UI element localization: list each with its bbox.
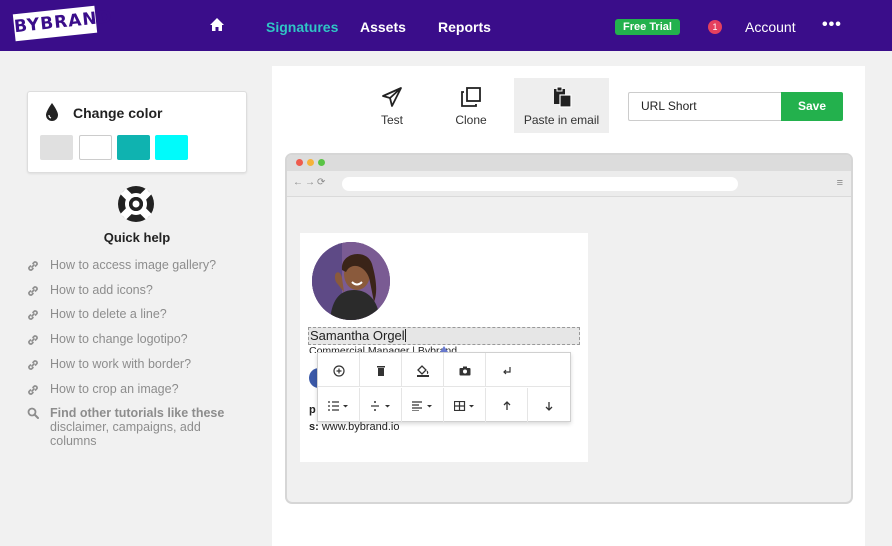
link-icon [28,360,38,370]
address-field [342,177,738,191]
nav-reports[interactable]: Reports [438,19,491,35]
nav-signatures[interactable]: Signatures [266,19,338,35]
inline-edit-toolbar [317,352,571,422]
divide-dropdown-icon [370,400,390,411]
return-icon [503,366,511,375]
account-menu[interactable]: Account [745,19,796,35]
arrow-up-icon [503,400,510,410]
color-swatch-teal[interactable] [117,135,150,160]
clipboard-icon [553,86,572,108]
link-icon [28,310,38,320]
align-dropdown-icon [411,401,432,412]
find-tutorials-rest: disclaimer, campaigns, add columns [50,420,201,448]
clone-button[interactable]: Clone [431,78,511,133]
color-swatch-white[interactable] [79,135,112,160]
color-swatch-gray[interactable] [40,135,73,160]
browser-nav-icons: ←→⟳ [293,177,328,188]
clone-icon [461,87,481,107]
arrow-down-icon [545,401,553,411]
line-break-button[interactable] [486,353,528,387]
move-down-button[interactable] [528,388,570,422]
nav-assets[interactable]: Assets [360,19,406,35]
menu-icon: ≡ [836,177,843,189]
save-button[interactable]: Save [781,92,843,121]
find-tutorials-bold: Find other tutorials like these [50,406,225,420]
camera-icon [459,366,470,376]
list-dropdown-icon [327,401,348,411]
search-icon [27,407,39,419]
bybrand-logo[interactable]: BYBRAND [12,5,114,42]
droplet-icon [46,103,58,121]
text-caret [404,329,406,342]
minimize-dot [307,159,314,166]
home-icon[interactable] [209,17,225,33]
edit-toolbar-row-2 [318,388,570,422]
fill-color-button[interactable] [402,353,444,387]
link-icon [28,261,38,271]
window-addressbar: ←→⟳ ≡ [287,171,851,197]
more-menu-icon[interactable]: ••• [822,16,842,34]
change-color-card: Change color [27,91,247,173]
trash-icon [376,366,385,377]
link-icon [28,385,38,395]
maximize-dot [318,159,325,166]
url-short-input[interactable]: URL Short [628,92,782,121]
link-icon [28,335,38,345]
free-trial-badge[interactable]: Free Trial [615,19,680,35]
edit-toolbar-row-1 [318,353,570,387]
test-button[interactable]: Test [352,78,432,133]
plus-circle-icon [332,365,345,377]
top-navbar: BYBRAND Signatures Assets Reports Free T… [0,0,892,51]
window-titlebar [287,155,851,171]
change-color-title: Change color [73,105,163,121]
lifebuoy-icon [118,186,154,222]
close-dot [296,159,303,166]
table-dropdown-icon [453,400,474,411]
signature-name-input[interactable]: Samantha Orgel [308,327,580,345]
profile-photo[interactable] [312,242,390,320]
move-up-button[interactable] [486,388,528,422]
table-button[interactable] [444,388,486,422]
color-swatch-cyan[interactable] [155,135,188,160]
spacing-button[interactable] [360,388,402,422]
send-icon [382,87,402,107]
align-button[interactable] [402,388,444,422]
paint-bucket-icon [416,365,429,378]
quick-help-title: Quick help [103,230,171,245]
signature-phone-label: p [309,404,316,416]
link-icon [28,286,38,296]
delete-line-button[interactable] [360,353,402,387]
signature-website: www.bybrand.io [321,421,400,433]
notification-badge[interactable]: 1 [708,20,722,34]
signature-site-line[interactable]: s: www.bybrand.io [309,421,400,433]
add-line-button[interactable] [318,353,360,387]
list-style-button[interactable] [318,388,360,422]
paste-in-email-button[interactable]: Paste in email [514,78,609,133]
insert-image-button[interactable] [444,353,486,387]
